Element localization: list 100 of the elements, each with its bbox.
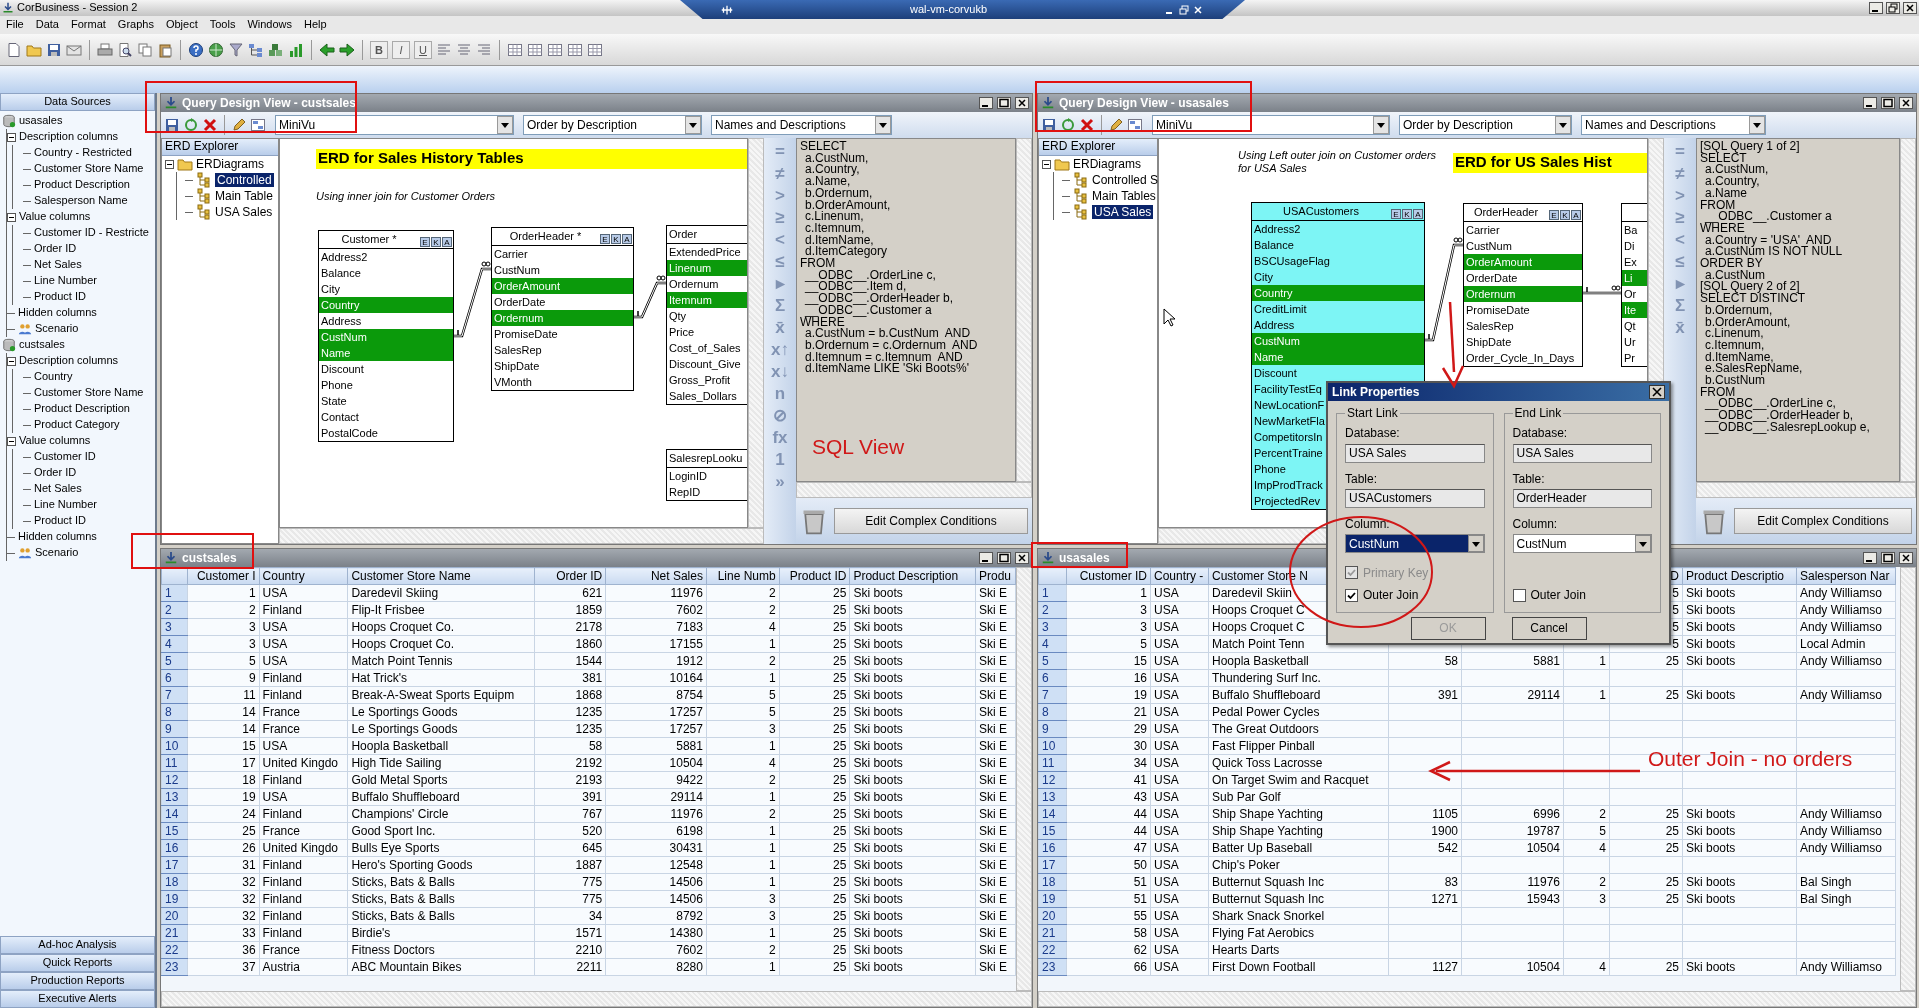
tree-item[interactable]: Product Description — [34, 178, 130, 192]
table-field[interactable]: Ordernum — [492, 310, 633, 326]
delete-icon[interactable] — [202, 117, 218, 133]
table-field[interactable]: Address2 — [319, 249, 453, 265]
column-header[interactable]: Customer Store Name — [347, 567, 535, 585]
clipboard-icon[interactable] — [157, 41, 173, 58]
table-field[interactable]: Name — [319, 345, 453, 361]
layout-icon[interactable] — [250, 117, 266, 133]
table-field[interactable]: Address — [1252, 317, 1424, 333]
tree-item[interactable]: Order ID — [34, 466, 77, 480]
collapse-icon[interactable] — [1042, 159, 1051, 169]
tree-item[interactable]: Scenario — [35, 322, 79, 336]
tree-item[interactable]: Description columns — [19, 130, 119, 144]
vertical-scrollbar[interactable] — [1900, 138, 1916, 482]
table-field[interactable]: Itemnum — [667, 292, 747, 308]
table-field[interactable]: Carrier — [492, 246, 633, 262]
table-field[interactable]: OrderDate — [1464, 270, 1582, 286]
table-field[interactable]: Linenum — [667, 260, 747, 276]
grid-icon[interactable] — [547, 41, 563, 58]
table-field[interactable]: LoginID — [667, 468, 747, 484]
nav-button[interactable]: Quick Reports — [0, 954, 155, 972]
dropdown[interactable]: Order by Description — [1399, 115, 1572, 135]
save-icon[interactable] — [46, 41, 62, 58]
table-field[interactable]: Address — [319, 313, 453, 329]
input-field[interactable]: USA Sales — [1512, 443, 1652, 463]
table-field[interactable]: Ordernum — [1464, 286, 1582, 302]
globe-icon[interactable] — [208, 41, 224, 58]
relationship-line[interactable] — [1582, 285, 1622, 295]
vertical-scrollbar[interactable] — [1900, 567, 1916, 991]
tree-item[interactable]: usasales — [19, 114, 63, 128]
table-button[interactable]: A — [442, 237, 452, 247]
tree-item[interactable]: Description columns — [19, 354, 119, 368]
dialog-button[interactable]: Cancel — [1511, 616, 1587, 640]
tree-item[interactable]: Customer Store Name — [34, 386, 144, 400]
table-button[interactable]: K — [1560, 210, 1570, 220]
funnel-icon[interactable] — [228, 41, 244, 58]
table-field[interactable]: Discount_Give — [667, 356, 747, 372]
menu-item[interactable]: Data — [35, 18, 59, 32]
table-field[interactable]: Phone — [319, 377, 453, 393]
input-field[interactable]: OrderHeader — [1512, 488, 1652, 508]
tree-item[interactable]: Line Number — [34, 498, 97, 512]
table-field[interactable]: CustNum — [1464, 238, 1582, 254]
table-field[interactable]: BSCUsageFlag — [1252, 253, 1424, 269]
input-field[interactable]: USACustomers — [1345, 488, 1485, 508]
table-button[interactable]: E — [1549, 210, 1559, 220]
vertical-scrollbar[interactable] — [1016, 138, 1032, 482]
table-field[interactable]: OrderDate — [492, 294, 633, 310]
checkbox[interactable] — [1345, 588, 1358, 602]
column-header[interactable]: Salesperson Nar — [1796, 567, 1896, 585]
table-field[interactable]: RepID — [667, 484, 747, 500]
table-field[interactable]: ShipDate — [492, 358, 633, 374]
table-field[interactable]: City — [319, 281, 453, 297]
nav-button[interactable]: Production Reports — [0, 972, 155, 990]
table-field[interactable]: Ur — [1622, 334, 1647, 350]
minimize-button[interactable] — [1863, 552, 1877, 564]
table-field[interactable]: Balance — [319, 265, 453, 281]
table-field[interactable]: Ite — [1622, 302, 1647, 318]
tree-item[interactable]: Value columns — [19, 210, 91, 224]
column-header[interactable]: Product Description — [849, 567, 976, 585]
format-button[interactable]: B — [370, 40, 388, 59]
table-button[interactable]: K — [611, 234, 621, 244]
tree-item[interactable]: ERDiagrams — [1073, 156, 1141, 172]
table-field[interactable]: Discount — [1252, 365, 1424, 381]
menu-item[interactable]: Windows — [247, 18, 292, 32]
entity-table[interactable]: Customer * E K A Address2 Balance City Country Address CustNum Name Discount Phone State Contact PostalCode — [318, 230, 454, 442]
table-field[interactable]: OrderAmount — [1464, 254, 1582, 270]
nav-button[interactable]: Ad-hoc Analysis — [0, 936, 155, 954]
column-header[interactable]: Product Descriptio — [1682, 567, 1797, 585]
dropdown[interactable]: CustNum — [1512, 534, 1652, 554]
horizontal-scrollbar[interactable] — [796, 482, 1032, 498]
dropdown[interactable]: Order by Description — [523, 115, 702, 135]
menu-item[interactable]: Graphs — [117, 18, 154, 32]
tree-item[interactable]: Main Table — [215, 188, 273, 204]
entity-table[interactable]: OrderHeader * E K A Carrier CustNum OrderAmount OrderDate Ordernum PromiseDate SalesRep ShipDate VMonth — [491, 227, 634, 391]
tree-item[interactable]: Controlled — [215, 172, 274, 188]
minimize-button[interactable] — [979, 97, 993, 109]
close-button[interactable] — [1649, 385, 1665, 400]
minimize-button[interactable] — [979, 552, 993, 564]
table-field[interactable]: Balance — [1252, 237, 1424, 253]
menu-item[interactable]: Format — [71, 18, 106, 32]
column-header[interactable]: Net Sales — [605, 567, 707, 585]
dropdown[interactable]: MiniVu — [275, 115, 514, 135]
horizontal-scrollbar[interactable] — [161, 991, 1032, 1007]
table-field[interactable]: Discount — [319, 361, 453, 377]
tree-item[interactable]: Hidden columns — [18, 530, 97, 544]
save-icon[interactable] — [1041, 117, 1057, 133]
tree-item[interactable]: USA Sales — [215, 204, 273, 220]
table-button[interactable]: K — [1402, 209, 1412, 219]
table-field[interactable]: Qty — [667, 308, 747, 324]
table-button[interactable]: E — [600, 234, 610, 244]
tree-item[interactable]: Country - Restricted — [34, 146, 132, 160]
table-field[interactable]: Qt — [1622, 318, 1647, 334]
refresh-icon[interactable] — [1060, 117, 1076, 133]
tree-item[interactable]: Controlled S — [1092, 172, 1159, 188]
table-button[interactable]: K — [431, 237, 441, 247]
restore-button[interactable] — [1177, 3, 1191, 16]
table-field[interactable]: Name — [1252, 349, 1424, 365]
table-field[interactable]: Price — [667, 324, 747, 340]
entity-table[interactable]: Ba Di Ex Li Or Ite Qt Ur Pr — [1621, 203, 1647, 367]
maximize-button[interactable] — [997, 97, 1011, 109]
